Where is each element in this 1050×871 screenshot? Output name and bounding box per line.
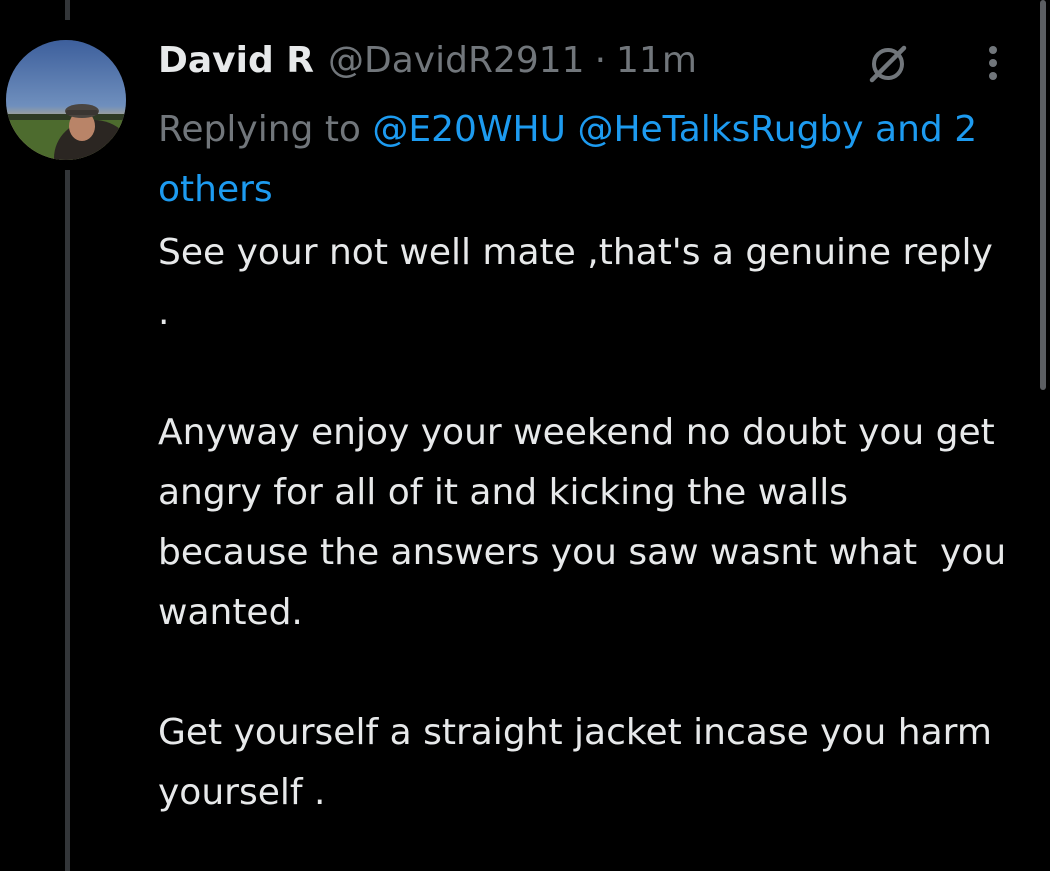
timestamp[interactable]: 11m <box>616 36 697 86</box>
tweet-header: David R @DavidR2911 · 11m <box>158 36 697 86</box>
mention-link[interactable]: @HeTalksRugby <box>577 109 863 150</box>
more-vertical-icon[interactable] <box>973 38 1013 88</box>
grok-icon[interactable] <box>866 42 910 86</box>
replying-to-label: Replying to <box>158 109 373 150</box>
replying-to: Replying to @E20WHU @HeTalksRugby and 2 … <box>158 100 998 220</box>
avatar-photo <box>6 40 126 160</box>
thread-line-bottom <box>65 170 70 871</box>
separator-dot: · <box>594 40 607 81</box>
tweet-paragraph: Anyway enjoy your weekend no doubt you g… <box>158 412 1018 633</box>
avatar[interactable] <box>6 40 126 160</box>
tweet-paragraph: See your not well mate ,that's a genuine… <box>158 232 1005 333</box>
mention-link[interactable]: @E20WHU <box>372 109 566 150</box>
scrollbar[interactable] <box>1040 0 1046 390</box>
user-handle[interactable]: @DavidR2911 <box>328 36 585 86</box>
thread-line-top <box>65 0 70 20</box>
tweet-text: See your not well mate ,that's a genuine… <box>158 223 1008 823</box>
tweet-paragraph: Get yourself a straight jacket incase yo… <box>158 712 1004 813</box>
display-name[interactable]: David R <box>158 36 314 86</box>
